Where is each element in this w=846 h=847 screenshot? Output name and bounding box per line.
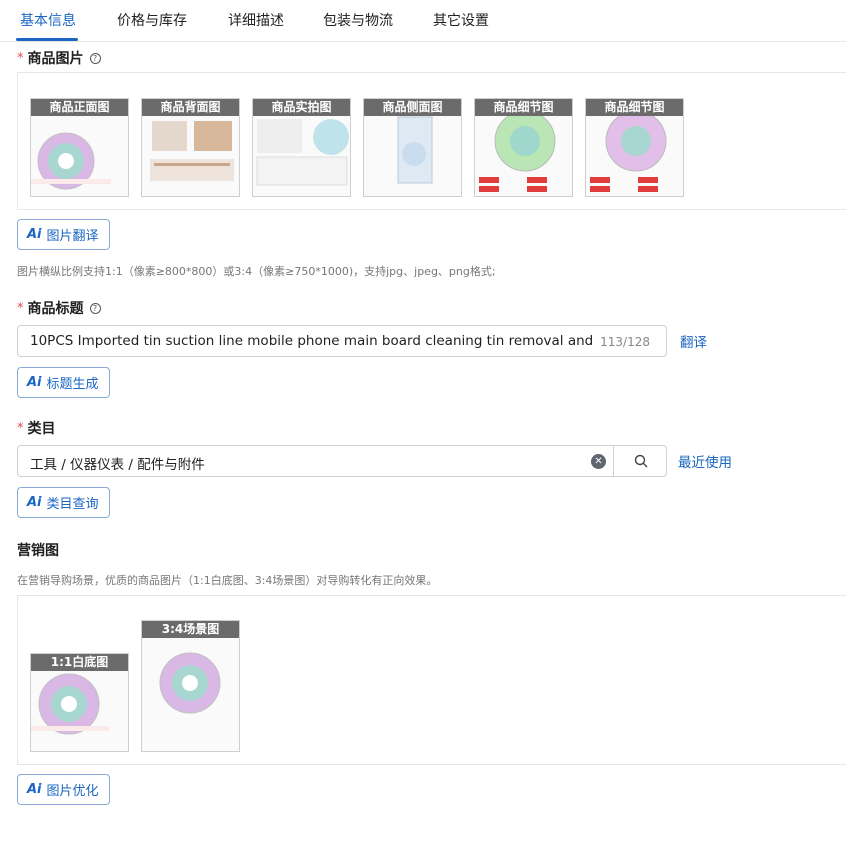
marketing-heading: 营销图 — [17, 543, 59, 559]
product-image-thumb[interactable]: 商品背面图 — [141, 98, 240, 197]
tab-price-stock[interactable]: 价格与库存 — [117, 10, 187, 30]
product-image-thumb[interactable]: 商品正面图 — [30, 98, 129, 197]
product-title-label: * 商品标题 ? — [17, 298, 101, 318]
white-background-image-thumb[interactable]: 1:1白底图 — [30, 653, 129, 752]
tab-details[interactable]: 详细描述 — [228, 10, 284, 30]
clear-icon[interactable]: ✕ — [591, 454, 606, 469]
category-value[interactable]: 工具 / 仪器仪表 / 配件与附件 — [30, 453, 580, 473]
ai-icon: Ai — [27, 495, 42, 510]
product-title-heading: 商品标题 — [27, 301, 84, 317]
thumb-label: 商品正面图 — [31, 99, 128, 116]
thumb-label: 商品细节图 — [475, 99, 572, 116]
search-icon — [634, 454, 647, 468]
help-circle-icon[interactable]: ? — [89, 52, 101, 64]
category-label: * 类目 — [17, 418, 56, 438]
category-query-label: 类目查询 — [46, 497, 99, 512]
thumb-label: 3:4场景图 — [142, 621, 239, 638]
product-image-thumb[interactable]: 商品细节图 — [474, 98, 573, 197]
product-title-value[interactable]: 10PCS Imported tin suction line mobile p… — [30, 333, 600, 349]
scene-image-thumb[interactable]: 3:4场景图 — [141, 620, 240, 752]
ai-icon: Ai — [27, 227, 42, 242]
required-mark: * — [17, 420, 24, 436]
marketing-hint: 在营销导购场景，优质的商品图片（1:1白底图、3:4场景图）对导购转化有正向效果… — [17, 574, 438, 587]
image-optimize-label: 图片优化 — [46, 784, 99, 799]
active-tab-indicator — [16, 38, 78, 41]
category-search-button[interactable] — [613, 446, 666, 476]
help-circle-icon[interactable]: ? — [89, 302, 101, 314]
product-images-title: 商品图片 — [27, 51, 84, 67]
thumb-label: 商品细节图 — [586, 99, 683, 116]
thumb-label: 商品实拍图 — [253, 99, 350, 116]
image-translate-button[interactable]: Ai 图片翻译 — [17, 219, 110, 250]
thumb-label: 商品侧面图 — [364, 99, 461, 116]
product-photo — [159, 652, 221, 714]
product-title-input[interactable]: 10PCS Imported tin suction line mobile p… — [17, 325, 667, 357]
category-heading: 类目 — [27, 421, 56, 437]
title-char-counter: 113/128 — [594, 335, 650, 349]
marketing-images-panel: 1:1白底图 3:4场景图 — [17, 595, 846, 765]
recent-used-link[interactable]: 最近使用 — [678, 451, 732, 471]
translate-link[interactable]: 翻译 — [680, 331, 707, 351]
required-mark: * — [17, 300, 24, 316]
category-query-button[interactable]: Ai 类目查询 — [17, 487, 110, 518]
category-select[interactable]: 工具 / 仪器仪表 / 配件与附件 ✕ — [17, 445, 667, 477]
image-optimize-button[interactable]: Ai 图片优化 — [17, 774, 110, 805]
ai-icon: Ai — [27, 782, 42, 797]
thumb-label: 商品背面图 — [142, 99, 239, 116]
tab-packaging-logistics[interactable]: 包装与物流 — [323, 10, 393, 30]
title-generate-label: 标题生成 — [46, 377, 99, 392]
product-image-thumb[interactable]: 商品侧面图 — [363, 98, 462, 197]
product-image-thumb[interactable]: 商品实拍图 — [252, 98, 351, 197]
product-images-panel: 商品正面图 商品背面图 商品实拍图 商品侧面图 商品细节图 商品细节图 — [17, 72, 846, 210]
tab-basic-info[interactable]: 基本信息 — [20, 10, 76, 30]
product-image-thumb[interactable]: 商品细节图 — [585, 98, 684, 197]
required-mark: * — [17, 50, 24, 66]
tab-bar: 基本信息 价格与库存 详细描述 包装与物流 其它设置 — [0, 0, 846, 42]
title-generate-button[interactable]: Ai 标题生成 — [17, 367, 110, 398]
product-images-label: * 商品图片 ? — [17, 48, 101, 68]
thumb-label: 1:1白底图 — [31, 654, 128, 671]
ai-icon: Ai — [27, 375, 42, 390]
image-format-hint: 图片横纵比例支持1:1（像素≥800*800）或3:4（像素≥750*1000)… — [17, 265, 496, 278]
image-translate-label: 图片翻译 — [46, 229, 99, 244]
marketing-label: 营销图 — [17, 540, 59, 560]
tab-other-settings[interactable]: 其它设置 — [433, 10, 489, 30]
